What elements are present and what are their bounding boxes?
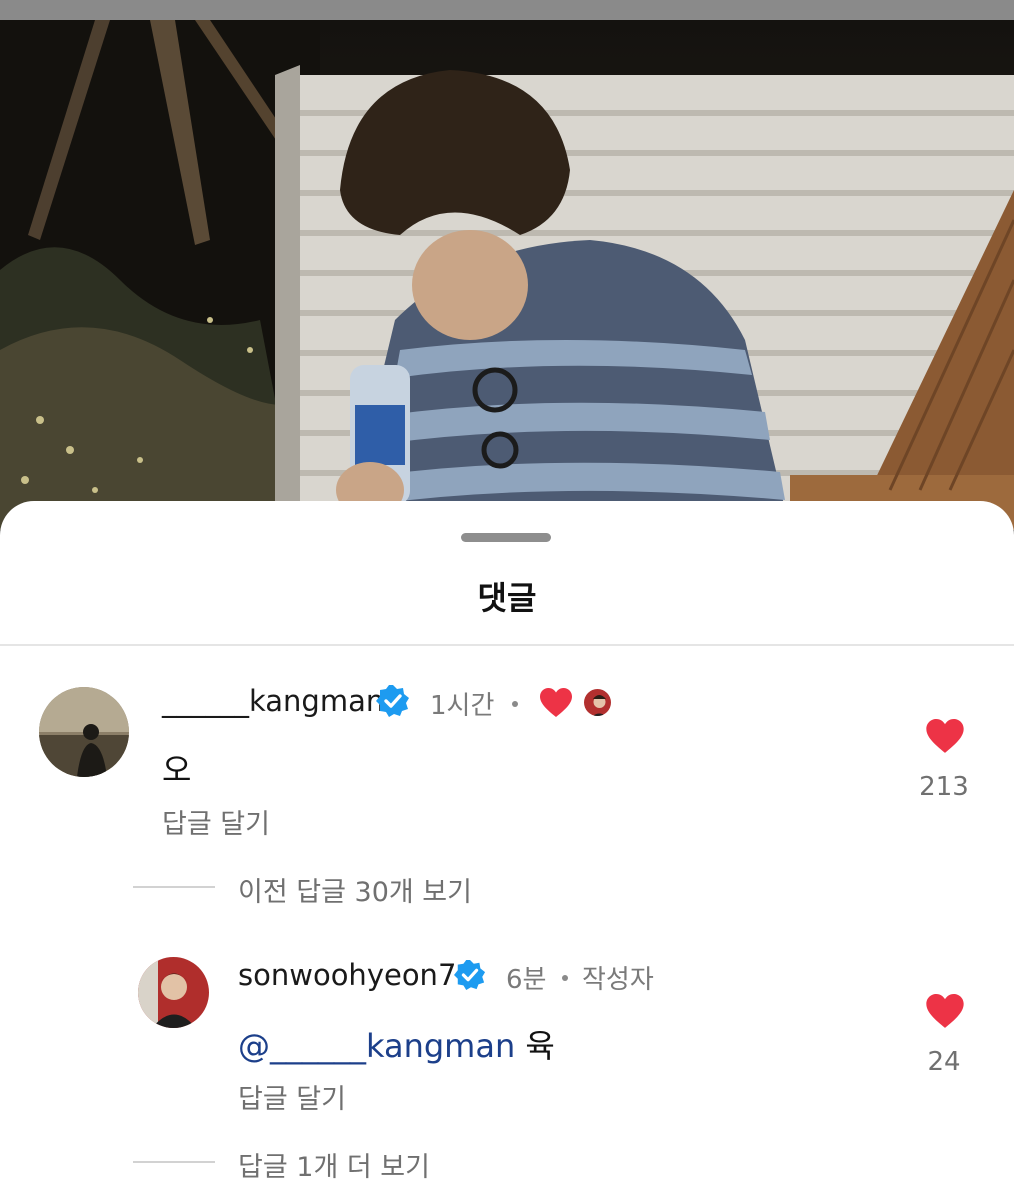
comment-username[interactable]: ______kangman — [162, 684, 384, 718]
separator-dot — [512, 701, 518, 707]
reply-username[interactable]: sonwoohyeon7 — [238, 958, 456, 992]
avatar-image — [39, 687, 129, 777]
comment-text: 오 — [162, 751, 192, 789]
mention-link[interactable]: @______kangman — [238, 1027, 515, 1065]
reply-text: @______kangman 육 — [238, 1021, 555, 1067]
reply-button[interactable]: 답글 달기 — [238, 1077, 346, 1116]
sheet-drag-handle[interactable] — [461, 533, 551, 542]
sheet-divider — [0, 644, 1014, 646]
reply-button[interactable]: 답글 달기 — [162, 802, 270, 841]
thread-line — [133, 1161, 215, 1163]
sheet-title: 댓글 — [477, 579, 537, 617]
heart-icon[interactable] — [926, 994, 964, 1029]
reply-text-body: 육 — [525, 1027, 555, 1065]
view-previous-replies-label[interactable]: 이전 답글 30개 보기 — [238, 870, 472, 909]
thread-line — [133, 886, 215, 888]
comment-time: 1시간 — [430, 691, 495, 721]
comments-sheet: 댓글 ______kangman 1시간 오 답글 달기 213 이전 답글 3… — [0, 501, 1014, 1200]
avatar[interactable] — [39, 687, 129, 777]
author-badge: 작성자 — [582, 965, 654, 995]
reply-time: 6분 — [506, 965, 547, 995]
view-more-replies-label[interactable]: 답글 1개 더 보기 — [238, 1145, 430, 1184]
like-count: 24 — [927, 1047, 961, 1077]
post-photo — [0, 20, 1014, 530]
author-avatar-mini-icon — [582, 687, 613, 718]
status-bar-strip — [0, 0, 1014, 20]
like-count: 213 — [919, 772, 969, 802]
verified-badge-icon — [454, 959, 486, 991]
separator-dot — [562, 975, 568, 981]
heart-icon[interactable] — [926, 719, 964, 754]
liked-by-author-heart-icon — [540, 688, 572, 717]
verified-badge-icon — [376, 685, 409, 717]
avatar[interactable] — [138, 957, 209, 1028]
post-photo-illustration — [0, 20, 1014, 530]
avatar-image — [138, 957, 209, 1028]
